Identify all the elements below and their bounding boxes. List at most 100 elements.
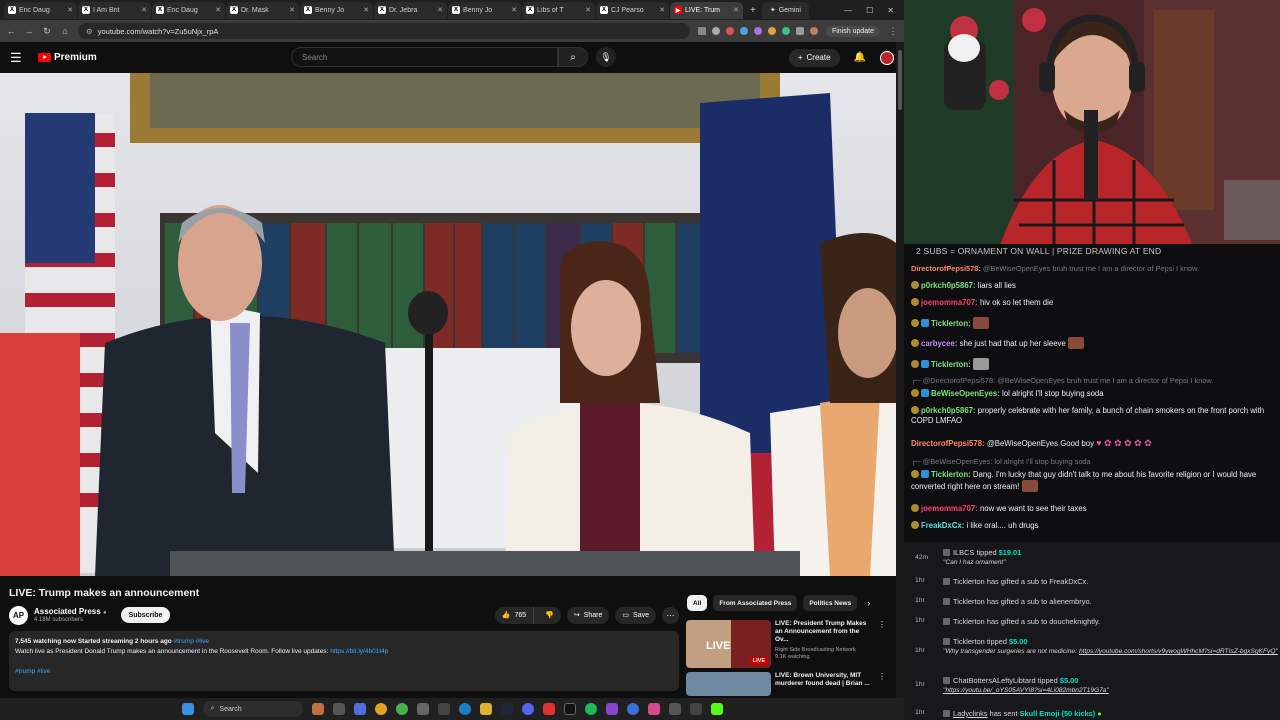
browser-tab-active[interactable]: ▶ LIVE: Trum ✕	[670, 1, 743, 19]
scrollbar-thumb[interactable]	[898, 50, 902, 110]
search-input[interactable]: Search	[291, 47, 558, 67]
widgets-icon[interactable]	[311, 703, 324, 715]
maximize-icon[interactable]: ☐	[866, 6, 873, 15]
browser-tab[interactable]: X Benny Jo ✕	[300, 1, 373, 19]
chrome-icon[interactable]	[395, 703, 408, 715]
tip-link[interactable]: https://youtube.com/shorts/v9ywogWHhcM?s…	[1079, 648, 1278, 655]
forward-icon[interactable]: →	[24, 26, 34, 36]
url-field[interactable]: ⚙ youtube.com/watch?v=Zu5uNjx_rpA	[78, 23, 690, 39]
recommended-thumbnail[interactable]	[686, 672, 771, 696]
close-icon[interactable]: ✕	[437, 6, 443, 14]
close-icon[interactable]: ✕	[363, 6, 369, 14]
voice-search-button[interactable]: 🎙	[596, 47, 616, 67]
cast-icon[interactable]	[697, 27, 706, 35]
notifications-bell-icon[interactable]: 🔔	[854, 52, 866, 63]
browser-tab[interactable]: X Eric Daug ✕	[152, 1, 225, 19]
extension-icon[interactable]	[739, 27, 748, 35]
windows-start-icon[interactable]	[181, 703, 194, 715]
chrome-icon[interactable]	[374, 703, 387, 715]
close-icon[interactable]: ✕	[511, 6, 517, 14]
app-icon[interactable]	[542, 703, 555, 715]
subscribe-button[interactable]: Subscribe	[120, 607, 171, 623]
close-icon[interactable]: ✕	[289, 6, 295, 14]
channel-name[interactable]: Associated Press ●	[34, 607, 107, 616]
search-button[interactable]: ⌕	[558, 47, 588, 67]
browser-tab[interactable]: X Libs of T ✕	[522, 1, 595, 19]
inline-hashtags[interactable]: #trump #live	[174, 638, 209, 645]
close-icon[interactable]: ✕	[733, 6, 739, 14]
like-button[interactable]: 👍 765	[495, 606, 535, 624]
save-button[interactable]: ▭ Save	[615, 606, 656, 624]
recommended-video[interactable]: LIVE LIVE LIVE: President Trump Makes an …	[686, 620, 886, 668]
create-button[interactable]: + Create	[788, 48, 840, 67]
profile-icon[interactable]	[809, 27, 818, 35]
menu-kebab-icon[interactable]: ⋮	[888, 26, 898, 37]
share-button[interactable]: ↪ Share	[566, 606, 610, 624]
gemini-button[interactable]: ✦ Gemini	[761, 1, 809, 19]
page-scrollbar[interactable]	[896, 42, 904, 698]
webcam-image	[904, 0, 1280, 248]
steam-icon[interactable]	[500, 703, 513, 715]
chip-all[interactable]: All	[687, 595, 708, 611]
minimize-icon[interactable]: —	[844, 6, 852, 15]
chevron-right-icon[interactable]: ›	[867, 598, 870, 608]
new-tab-button[interactable]: +	[750, 5, 756, 16]
app-icon[interactable]	[689, 703, 702, 715]
browser-tab[interactable]: X Eric Daug ✕	[4, 1, 77, 19]
edge-icon[interactable]	[458, 703, 471, 715]
back-icon[interactable]: ←	[6, 26, 16, 36]
xbox-icon[interactable]	[437, 703, 450, 715]
video-player[interactable]	[0, 73, 896, 576]
spotify-icon[interactable]	[584, 703, 597, 715]
kick-icon[interactable]	[710, 703, 723, 715]
app-icon[interactable]	[668, 703, 681, 715]
browser-tab[interactable]: X Dr. Jebra ✕	[374, 1, 447, 19]
hamburger-menu-icon[interactable]: ☰	[10, 50, 30, 66]
bookmark-star-icon[interactable]	[711, 27, 720, 35]
task-view-icon[interactable]	[332, 703, 345, 715]
copilot-icon[interactable]	[353, 703, 366, 715]
close-icon[interactable]: ✕	[215, 6, 221, 14]
extension-icon[interactable]	[781, 27, 790, 35]
dislike-button[interactable]: 👎	[538, 607, 561, 624]
chip-from-associated-press[interactable]: From Associated Press	[713, 595, 798, 611]
recommended-thumbnail[interactable]: LIVE LIVE	[686, 620, 771, 668]
video-description[interactable]: 7,545 watching now Started streaming 2 h…	[9, 631, 679, 691]
recommended-video[interactable]: LIVE: Brown University, MIT murderer foun…	[686, 672, 886, 696]
account-avatar[interactable]	[880, 50, 894, 65]
close-icon[interactable]: ✕	[141, 6, 147, 14]
extension-icon[interactable]	[725, 27, 734, 35]
media-icon[interactable]	[416, 703, 429, 715]
kebab-menu-icon[interactable]: ⋮	[878, 620, 886, 668]
app-icon[interactable]	[647, 703, 660, 715]
close-icon[interactable]: ✕	[659, 6, 665, 14]
browser-tab[interactable]: X Benny Jo ✕	[448, 1, 521, 19]
file-explorer-icon[interactable]	[479, 703, 492, 715]
browser-tab[interactable]: XI Am Brit ✕	[78, 1, 151, 19]
discord-icon[interactable]	[521, 703, 534, 715]
more-actions-button[interactable]: ⋯	[662, 606, 679, 624]
channel-avatar[interactable]: AP	[9, 605, 28, 625]
close-icon[interactable]: ✕	[67, 6, 73, 14]
kebab-menu-icon[interactable]: ⋮	[878, 672, 886, 696]
tip-link[interactable]: "https://youtu.be/_oYS05AVYI8?si=4Li082m…	[943, 687, 1109, 694]
tiktok-icon[interactable]	[563, 703, 576, 715]
app-icon[interactable]	[626, 703, 639, 715]
close-icon[interactable]: ✕	[585, 6, 591, 14]
chip-politics-news[interactable]: Politics News	[803, 595, 858, 611]
browser-tab[interactable]: X Dr. Mask ✕	[226, 1, 299, 19]
taskbar-search[interactable]: ⌕ Search	[202, 701, 303, 717]
follow-link[interactable]: https://bit.ly/4b01t4p	[330, 648, 388, 655]
site-info-icon[interactable]: ⚙	[86, 27, 93, 36]
close-window-icon[interactable]: ✕	[887, 6, 894, 15]
extension-icon[interactable]	[767, 27, 776, 35]
home-icon[interactable]: ⌂	[60, 26, 70, 36]
browser-tab[interactable]: X CJ Pearso ✕	[596, 1, 669, 19]
app-icon[interactable]	[605, 703, 618, 715]
hashtags[interactable]: #trump #live	[15, 668, 50, 675]
reload-icon[interactable]: ↻	[42, 26, 52, 37]
finish-update-button[interactable]: Finish update	[825, 25, 880, 37]
extension-icon[interactable]	[753, 27, 762, 35]
youtube-logo[interactable]: Premium	[38, 52, 97, 63]
puzzle-icon[interactable]	[795, 27, 804, 35]
